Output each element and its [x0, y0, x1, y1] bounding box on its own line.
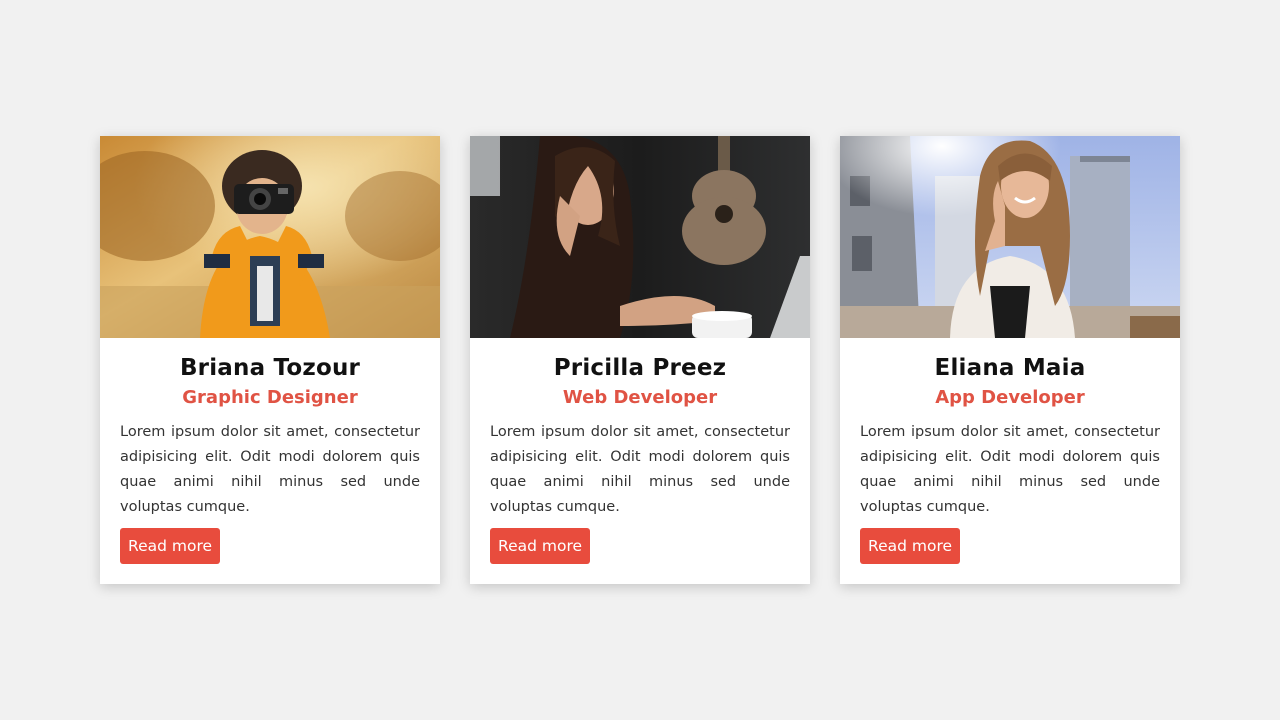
profile-name: Eliana Maia [934, 355, 1086, 381]
profile-role: Graphic Designer [182, 387, 358, 408]
profile-card: Briana Tozour Graphic Designer Lorem ips… [100, 136, 440, 584]
profile-photo [840, 136, 1180, 338]
read-more-button[interactable]: Read more [490, 528, 591, 564]
profile-description: Lorem ipsum dolor sit amet, consectetur … [860, 424, 1160, 515]
profile-card: Pricilla Preez Web Developer Lorem ipsum… [470, 136, 810, 584]
profile-photo [470, 136, 810, 338]
read-more-button[interactable]: Read more [860, 528, 961, 564]
profile-photo [100, 136, 440, 338]
card-body: Pricilla Preez Web Developer Lorem ipsum… [470, 338, 810, 520]
profile-name: Pricilla Preez [553, 355, 727, 381]
profile-name: Briana Tozour [179, 355, 361, 381]
profile-role: App Developer [935, 387, 1085, 408]
card-body: Eliana Maia App Developer Lorem ipsum do… [840, 338, 1180, 520]
profile-description: Lorem ipsum dolor sit amet, consectetur … [120, 424, 420, 515]
card-body: Briana Tozour Graphic Designer Lorem ips… [100, 338, 440, 520]
read-more-button[interactable]: Read more [120, 528, 221, 564]
profile-description: Lorem ipsum dolor sit amet, consectetur … [490, 424, 790, 515]
profile-role: Web Developer [562, 387, 718, 408]
profile-cards: Briana Tozour Graphic Designer Lorem ips… [100, 136, 1180, 584]
profile-card: Eliana Maia App Developer Lorem ipsum do… [840, 136, 1180, 584]
